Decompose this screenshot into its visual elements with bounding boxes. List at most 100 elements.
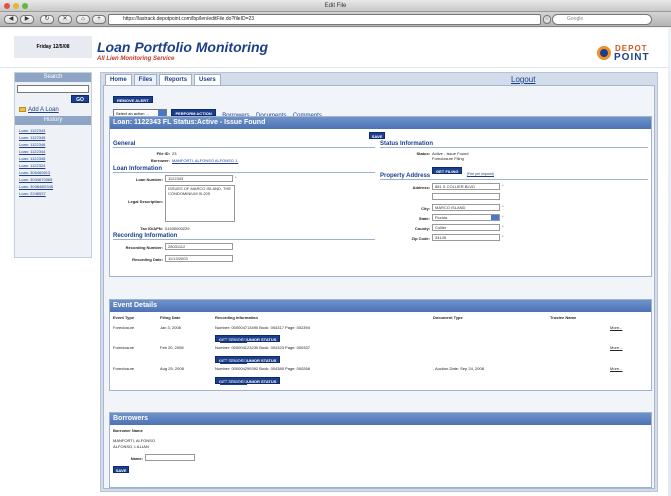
add-bookmark-icon[interactable]: + [92, 15, 106, 24]
web-page: Friday 12/5/08 Loan Portfolio Monitoring… [0, 28, 668, 496]
more-link[interactable]: More... [610, 325, 622, 330]
zoom-window-icon[interactable] [22, 3, 28, 9]
fee-note: (Fee per request) [220, 359, 248, 363]
fee-note: (Fee per request) [220, 380, 248, 384]
city-label: City: [421, 206, 430, 211]
required-marker: * [502, 204, 504, 209]
tab-files[interactable]: Files [133, 74, 158, 85]
more-link[interactable]: More... [610, 366, 622, 371]
tab-reports[interactable]: Reports [159, 74, 193, 85]
history-heading: History [15, 116, 91, 125]
borrowers-panel: Borrowers Borrower Name MANFORTI, ALFONS… [109, 412, 652, 488]
recording-info: Number: 000004123230 Book: 004323 Page: … [215, 345, 310, 350]
history-item[interactable]: Loan: 1122324 [19, 162, 91, 169]
general-heading: General [113, 140, 375, 148]
home-icon[interactable]: ⌂ [76, 15, 90, 24]
history-item[interactable]: Loan: 2248537 [19, 190, 91, 197]
rss-icon[interactable]: ☆ [543, 15, 551, 24]
loan-panel-title: Loan: 1122343 FL Status:Active - Issue F… [110, 117, 651, 129]
zip-label: Zip Code: [411, 236, 430, 241]
history-item[interactable]: Loan: 1122344 [19, 148, 91, 155]
state-label: State: [418, 216, 430, 221]
required-marker: * [502, 234, 504, 239]
zip-field[interactable]: 34145 [432, 234, 500, 241]
col-document-type: Document Type [433, 315, 463, 320]
folder-icon [19, 106, 26, 112]
history-list: Loan: 1122343 Loan: 1122345 Loan: 112234… [15, 125, 91, 197]
go-button[interactable]: GO [71, 95, 89, 103]
url-bar[interactable]: https://lastrack.depotpoint.com/lbp/len/… [108, 14, 541, 25]
document-type: , Auction Date: Sep 24, 2008 [433, 366, 484, 371]
recording-info-heading: Recording Information [113, 232, 375, 240]
history-item[interactable]: Loan: 303848D345 [19, 183, 91, 190]
history-item[interactable]: Loan: 1122343 [19, 127, 91, 134]
name-label: Name: [130, 456, 143, 461]
browser-toolbar: ◀ ▶ ↻ ✕ ⌂ + https://lastrack.depotpoint.… [0, 12, 671, 27]
window-title: Edit File [324, 3, 347, 9]
loan-search-input[interactable] [17, 85, 89, 93]
browser-search-input[interactable]: Google [552, 14, 652, 25]
more-link[interactable]: More... [610, 345, 622, 350]
col-filing-date: Filing Date [160, 315, 181, 320]
reload-icon[interactable]: ↻ [40, 15, 54, 24]
minimize-window-icon[interactable] [13, 3, 19, 9]
loan-panel: Loan: 1122343 FL Status:Active - Issue F… [109, 116, 652, 277]
borrower-label: Borrower: [150, 158, 170, 163]
close-window-icon[interactable] [4, 3, 10, 9]
required-marker: * [502, 214, 504, 219]
remove-alert-button[interactable]: REMOVE ALERT [113, 96, 153, 104]
required-marker: * [502, 224, 504, 229]
col-borrower-name: Borrower Name [113, 428, 143, 433]
legal-description-field[interactable]: ISSUES OF MARCO ISLAND, THE CONDOMINIUM … [165, 185, 235, 222]
status-sub-value: Foreclosure Filing [432, 156, 464, 161]
forward-icon[interactable]: ▶ [20, 15, 34, 24]
url-text: https://lastrack.depotpoint.com/lbp/len/… [123, 16, 255, 22]
add-loan-link[interactable]: Add A Loan [19, 106, 91, 114]
address-line2-field[interactable] [432, 193, 500, 200]
back-icon[interactable]: ◀ [4, 15, 18, 24]
address-label: Address: [412, 185, 430, 190]
event-type: Foreclosure [113, 366, 135, 371]
property-address-heading: Property Address [380, 172, 648, 180]
recording-number-label: Recording Number: [125, 245, 163, 250]
history-item[interactable]: Loan: 1122345 [19, 134, 91, 141]
required-marker: * [235, 175, 237, 180]
borrower-save-button[interactable]: SAVE [113, 466, 129, 473]
tab-home[interactable]: Home [105, 74, 132, 85]
app-title: Loan Portfolio Monitoring [97, 39, 269, 55]
history-item[interactable]: Loan: 1122345 [19, 155, 91, 162]
logout-link[interactable]: Logout [511, 75, 535, 84]
main-content: Home Files Reports Users Logout REMOVE A… [100, 72, 658, 492]
borrower-link[interactable]: MANFORTI, ALFONSO ALFONSO J. [172, 158, 238, 163]
event-details-title: Event Details [110, 300, 651, 312]
tax-id-value: 01530000229 [165, 226, 190, 231]
recording-date-field[interactable]: 11/13/2003 [165, 255, 233, 262]
status-label: Status: [416, 151, 430, 156]
city-field[interactable]: MARCO ISLAND [432, 204, 500, 211]
tab-users[interactable]: Users [194, 74, 221, 85]
state-select[interactable]: Florida [432, 214, 500, 221]
recording-date-label: Recording Date: [132, 257, 163, 262]
county-field[interactable]: Collier [432, 224, 500, 231]
status-info-heading: Status Information [380, 140, 648, 148]
borrowers-title: Borrowers [110, 413, 651, 425]
history-item[interactable]: Loan: 3034670065 [19, 176, 91, 183]
filing-date: Aug 25, 2008 [160, 366, 184, 371]
tab-bar: Home Files Reports Users [105, 74, 221, 85]
browser-window: Edit File ◀ ▶ ↻ ✕ ⌂ + https://lastrack.d… [0, 0, 671, 496]
event-details-panel: Event Details Event Type Filing Date Rec… [109, 299, 652, 391]
recording-number-field[interactable]: 28031112 [165, 243, 233, 250]
event-type: Foreclosure [113, 325, 135, 330]
borrower-name-input[interactable] [145, 454, 195, 461]
stop-icon[interactable]: ✕ [58, 15, 72, 24]
address-field[interactable]: 881 S COLLIER BLVD [432, 183, 500, 190]
fee-note: (Fee per request) [220, 338, 248, 342]
chevron-down-icon [158, 109, 166, 116]
file-id-value: 23 [172, 151, 177, 156]
app-subtitle: All Lien Monitoring Service [97, 56, 175, 62]
loan-number-field[interactable]: 1122343 [165, 175, 233, 182]
window-controls [4, 3, 28, 9]
history-item[interactable]: Loan: 1122346 [19, 141, 91, 148]
history-item[interactable]: Loan: 305460813 [19, 169, 91, 176]
save-button[interactable]: SAVE [369, 132, 385, 139]
